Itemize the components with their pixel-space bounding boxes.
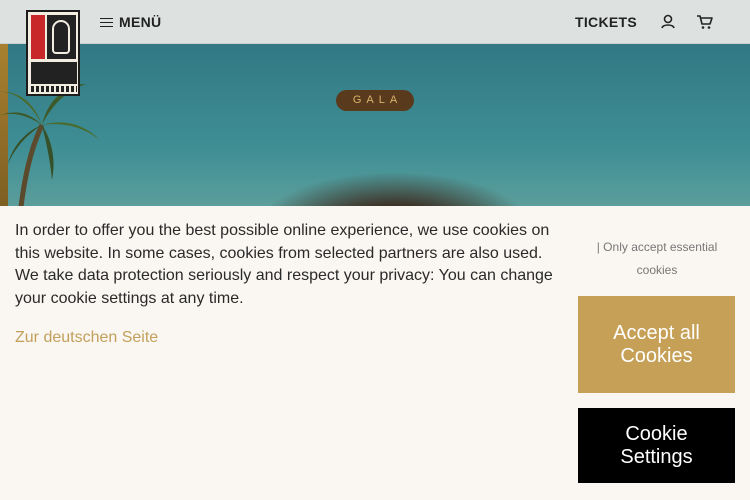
essential-cookies-link[interactable]: | Only accept essential cookies bbox=[597, 240, 718, 277]
user-icon[interactable] bbox=[659, 13, 677, 31]
hamburger-icon bbox=[100, 17, 113, 28]
tickets-link[interactable]: TICKETS bbox=[575, 14, 637, 30]
palm-tree-image bbox=[0, 84, 100, 215]
cookie-banner: In order to offer you the best possible … bbox=[0, 206, 750, 500]
cookie-settings-button[interactable]: Cookie Settings bbox=[578, 408, 735, 483]
cart-icon[interactable] bbox=[696, 13, 714, 31]
cookie-text: In order to offer you the best possible … bbox=[15, 222, 553, 307]
site-logo[interactable] bbox=[26, 10, 80, 96]
accept-all-cookies-button[interactable]: Accept all Cookies bbox=[578, 296, 735, 393]
site-header: MENÜ TICKETS bbox=[0, 0, 750, 44]
menu-label: MENÜ bbox=[119, 14, 162, 30]
essential-cookies-container: | Only accept essential cookies bbox=[582, 236, 732, 282]
german-page-link[interactable]: Zur deutschen Seite bbox=[15, 329, 158, 347]
menu-button[interactable]: MENÜ bbox=[100, 13, 161, 31]
gala-badge: GALA bbox=[336, 90, 414, 111]
